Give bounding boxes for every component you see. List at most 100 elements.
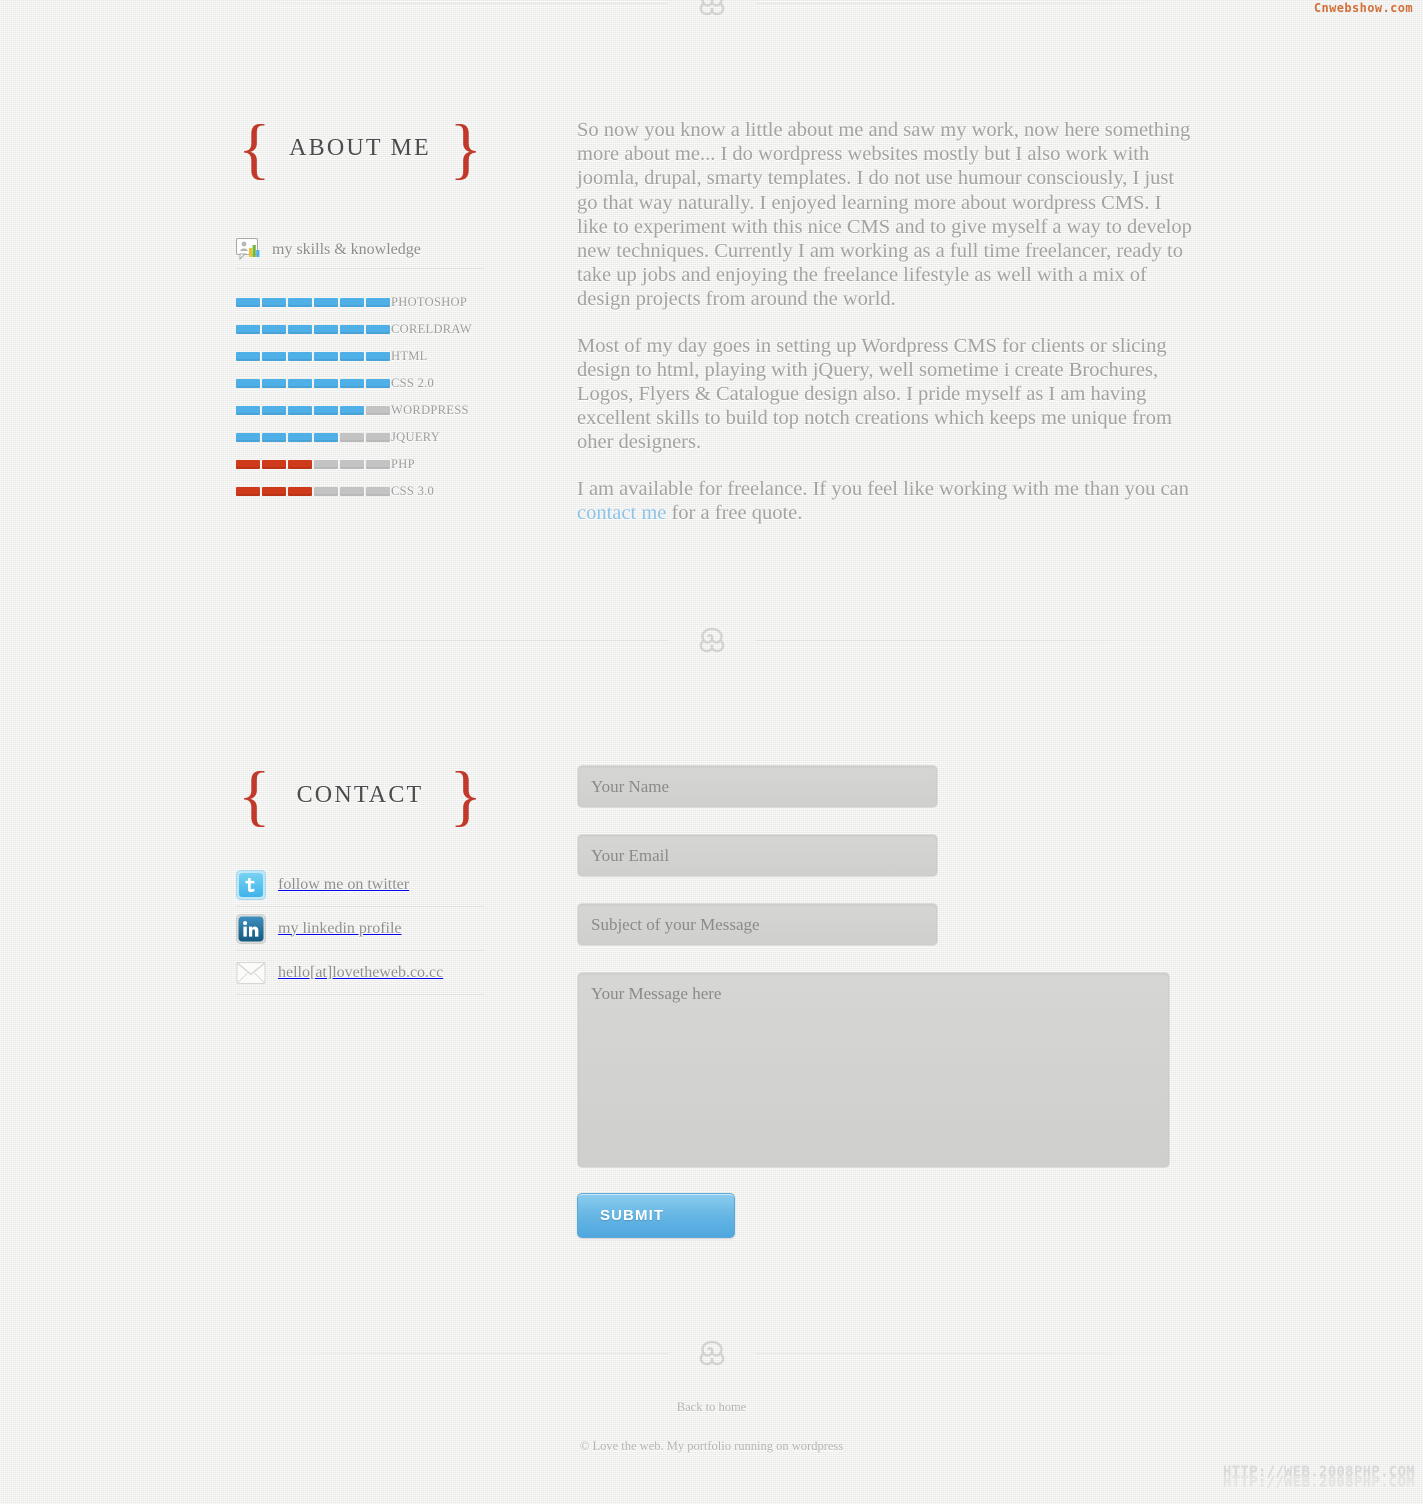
divider-rule-left [248, 3, 668, 4]
contact-left-column: { CONTACT } follow me on twitter my link… [236, 761, 484, 995]
skill-segment-filled [236, 406, 260, 415]
skill-segment-filled [314, 433, 338, 442]
skill-segment-filled [314, 298, 338, 307]
skill-row: PHP [236, 451, 484, 478]
skill-segment-empty [314, 460, 338, 469]
skills-label-text: my skills & knowledge [272, 240, 421, 258]
skill-segment-filled [288, 325, 312, 334]
portfolio-page: Cnwebshow.com HTTP://WEB.2008PHP.COM HTT… [0, 0, 1423, 1504]
skill-segment-filled [236, 298, 260, 307]
contact-form-column: SUBMIT [577, 765, 1192, 1238]
brace-left-decoration: { [238, 110, 271, 186]
skill-segment-filled [236, 325, 260, 334]
skill-segment-filled [314, 325, 338, 334]
skill-segment-filled [236, 460, 260, 469]
skill-segment-filled [262, 379, 286, 388]
skill-name: CSS 3.0 [391, 484, 435, 498]
divider-bottom [248, 1338, 1176, 1368]
about-left-column: { ABOUT ME } my skills & knowledge PHOTO… [236, 114, 484, 505]
skill-row: JQUERY [236, 424, 484, 451]
brace-right-decoration: } [449, 110, 482, 186]
contact-link-linkedin-label: my linkedin profile [278, 919, 402, 937]
email-input[interactable] [577, 834, 938, 877]
skill-segment-filled [314, 406, 338, 415]
skill-name: CORELDRAW [391, 322, 472, 336]
skill-segment-filled [236, 487, 260, 496]
submit-button[interactable]: SUBMIT [577, 1193, 735, 1238]
skill-name: JQUERY [391, 430, 441, 444]
skill-segment-filled [262, 352, 286, 361]
skill-segment-filled [340, 298, 364, 307]
contact-heading: { CONTACT } [236, 761, 484, 829]
contact-link-twitter-label: follow me on twitter [278, 875, 410, 893]
divider-top [248, 0, 1176, 18]
divider-middle [248, 625, 1176, 655]
about-heading-text: ABOUT ME [289, 134, 431, 161]
skill-segment-filled [314, 379, 338, 388]
contact-link-email[interactable]: hello[at]lovetheweb.co.cc [236, 951, 484, 995]
skill-segment-filled [366, 379, 390, 388]
availability-text-before: I am available for freelance. If you fee… [577, 477, 1189, 500]
skill-segment-filled [340, 406, 364, 415]
skill-segment-filled [236, 433, 260, 442]
skill-segments [236, 325, 390, 334]
skills-label-row: my skills & knowledge [236, 238, 484, 269]
skill-segment-filled [236, 379, 260, 388]
skill-segment-filled [340, 325, 364, 334]
skill-segment-filled [288, 352, 312, 361]
contact-link-linkedin[interactable]: my linkedin profile [236, 907, 484, 951]
watermark-bottom-reflection: HTTP://WEB.2008PHP.COM [1222, 1474, 1415, 1490]
skill-segment-empty [366, 487, 390, 496]
skill-segment-filled [262, 433, 286, 442]
back-to-home-link[interactable]: Back to home [677, 1400, 746, 1415]
footer: Back to home © Love the web. My portfoli… [0, 1398, 1423, 1454]
skill-segment-empty [366, 460, 390, 469]
watermark-top-right: Cnwebshow.com [1313, 1, 1413, 15]
twitter-icon [236, 869, 266, 900]
contact-form: SUBMIT [577, 765, 1192, 1238]
skill-name: CSS 2.0 [391, 376, 435, 390]
contact-links-list: follow me on twitter my linkedin profile [236, 863, 484, 995]
about-heading: { ABOUT ME } [236, 114, 484, 182]
skill-segment-filled [288, 433, 312, 442]
skill-segments [236, 352, 390, 361]
skill-segment-filled [288, 487, 312, 496]
skill-segment-filled [288, 460, 312, 469]
contact-me-link[interactable]: contact me [577, 502, 666, 524]
ornament-flourish-icon [699, 0, 725, 16]
skill-segments [236, 433, 390, 442]
skill-segments [236, 379, 390, 388]
skill-segment-filled [314, 352, 338, 361]
brace-right-decoration: } [449, 757, 482, 833]
divider-rule-left [248, 640, 668, 641]
skill-segment-filled [262, 487, 286, 496]
skill-segment-empty [340, 460, 364, 469]
skill-row: WORDPRESS [236, 397, 484, 424]
skill-segment-filled [288, 298, 312, 307]
linkedin-icon [236, 913, 266, 944]
skills-chart-icon [236, 238, 260, 261]
skill-segment-filled [262, 298, 286, 307]
skill-segments [236, 298, 390, 307]
subject-input[interactable] [577, 903, 938, 946]
availability-text-after: for a free quote. [666, 501, 803, 524]
ornament-flourish-icon [699, 627, 725, 653]
contact-link-twitter[interactable]: follow me on twitter [236, 863, 484, 907]
contact-link-email-label: hello[at]lovetheweb.co.cc [278, 963, 444, 981]
message-textarea[interactable] [577, 972, 1170, 1168]
watermark-bottom-right: HTTP://WEB.2008PHP.COM HTTP://WEB.2008PH… [1223, 1464, 1415, 1490]
skill-segment-empty [366, 406, 390, 415]
skill-segment-empty [340, 433, 364, 442]
skill-row: CSS 3.0 [236, 478, 484, 505]
skill-segment-empty [366, 433, 390, 442]
divider-rule-right [756, 1353, 1176, 1354]
name-input[interactable] [577, 765, 938, 808]
about-paragraph-1: So now you know a little about me and sa… [577, 119, 1192, 311]
skill-segments [236, 460, 390, 469]
skill-segment-filled [288, 379, 312, 388]
skill-segments [236, 487, 390, 496]
skill-row: CORELDRAW [236, 316, 484, 343]
divider-rule-left [248, 1353, 668, 1354]
skill-name: WORDPRESS [391, 403, 469, 417]
skill-segment-filled [236, 352, 260, 361]
